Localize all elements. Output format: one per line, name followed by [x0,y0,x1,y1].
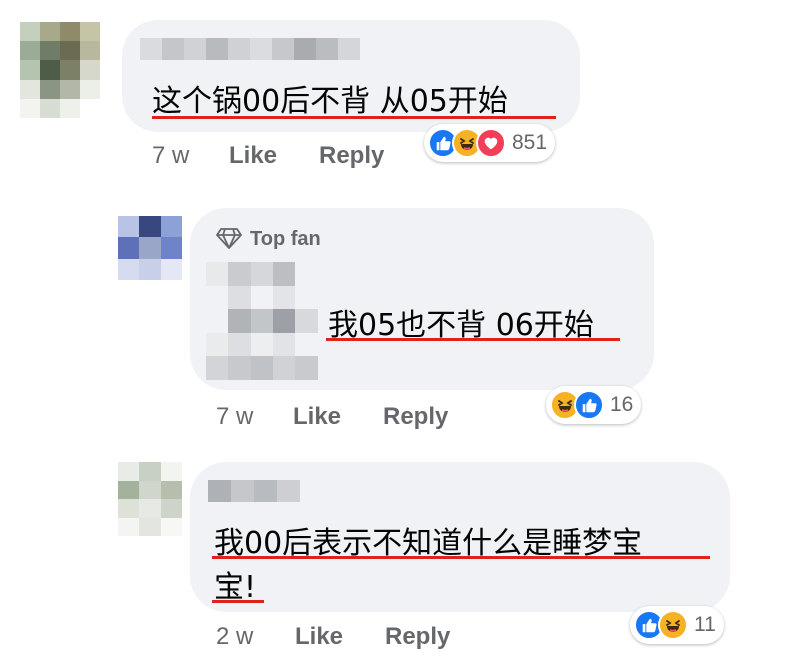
reaction-summary[interactable]: 16 [546,386,642,424]
reply-button[interactable]: Reply [385,623,450,651]
reaction-count: 16 [610,393,634,416]
commenter-name[interactable] [140,38,360,60]
reply-button[interactable]: Reply [383,403,448,431]
avatar[interactable] [118,216,182,280]
reaction-count: 11 [694,613,716,636]
reply-button[interactable]: Reply [319,142,384,170]
red-underline [212,556,710,559]
timestamp[interactable]: 7 w [216,403,253,431]
timestamp[interactable]: 7 w [152,142,189,170]
reaction-count: 851 [512,131,548,154]
avatar[interactable] [20,22,100,118]
red-underline [212,600,264,603]
timestamp[interactable]: 2 w [216,623,253,651]
commenter-name[interactable] [208,480,300,502]
haha-icon [658,610,688,640]
love-icon [476,128,506,158]
diamond-icon [216,227,242,254]
like-button[interactable]: Like [229,142,277,170]
avatar[interactable] [118,462,182,536]
reaction-summary[interactable]: 851 [424,124,556,162]
like-icon [574,390,604,420]
reaction-summary[interactable]: 11 [630,606,724,644]
like-button[interactable]: Like [293,403,341,431]
red-underline [326,338,620,341]
comment-text: 这个锅00后不背 从05开始 [152,84,508,119]
commenter-name[interactable] [206,262,340,380]
red-underline [152,116,556,119]
top-fan-badge: Top fan [250,228,321,250]
like-button[interactable]: Like [295,623,343,651]
